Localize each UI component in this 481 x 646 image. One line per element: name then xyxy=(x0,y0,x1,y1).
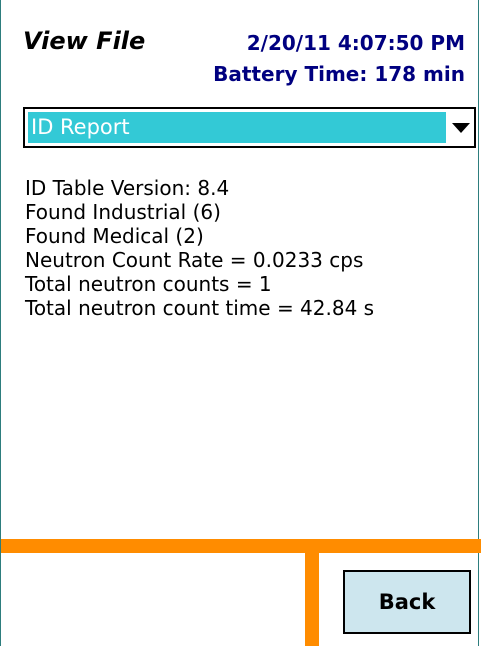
view-file-screen: View File 2/20/11 4:07:50 PM Battery Tim… xyxy=(0,0,481,646)
report-line: Neutron Count Rate = 0.0233 cps xyxy=(25,248,364,272)
report-line: Total neutron count time = 42.84 s xyxy=(25,296,375,320)
report-content: ID Table Version: 8.4 Found Industrial (… xyxy=(25,176,374,320)
report-line: Total neutron counts = 1 xyxy=(25,272,272,296)
page-title: View File xyxy=(23,27,146,55)
report-line: ID Table Version: 8.4 xyxy=(25,176,230,200)
dropdown-selected-value[interactable]: ID Report xyxy=(28,112,446,143)
battery-label: Battery Time: xyxy=(213,62,368,86)
report-line: Found Industrial (6) xyxy=(25,200,221,224)
footer-divider-bar xyxy=(1,539,481,553)
report-line: Found Medical (2) xyxy=(25,224,204,248)
footer-vertical-divider xyxy=(305,553,319,646)
battery-status: Battery Time: 178 min xyxy=(213,61,465,87)
chevron-down-icon[interactable] xyxy=(452,123,470,133)
datetime-display: 2/20/11 4:07:50 PM xyxy=(246,31,465,55)
back-button[interactable]: Back xyxy=(343,570,471,634)
battery-value: 178 min xyxy=(374,62,465,86)
report-type-dropdown[interactable]: ID Report xyxy=(23,107,476,148)
